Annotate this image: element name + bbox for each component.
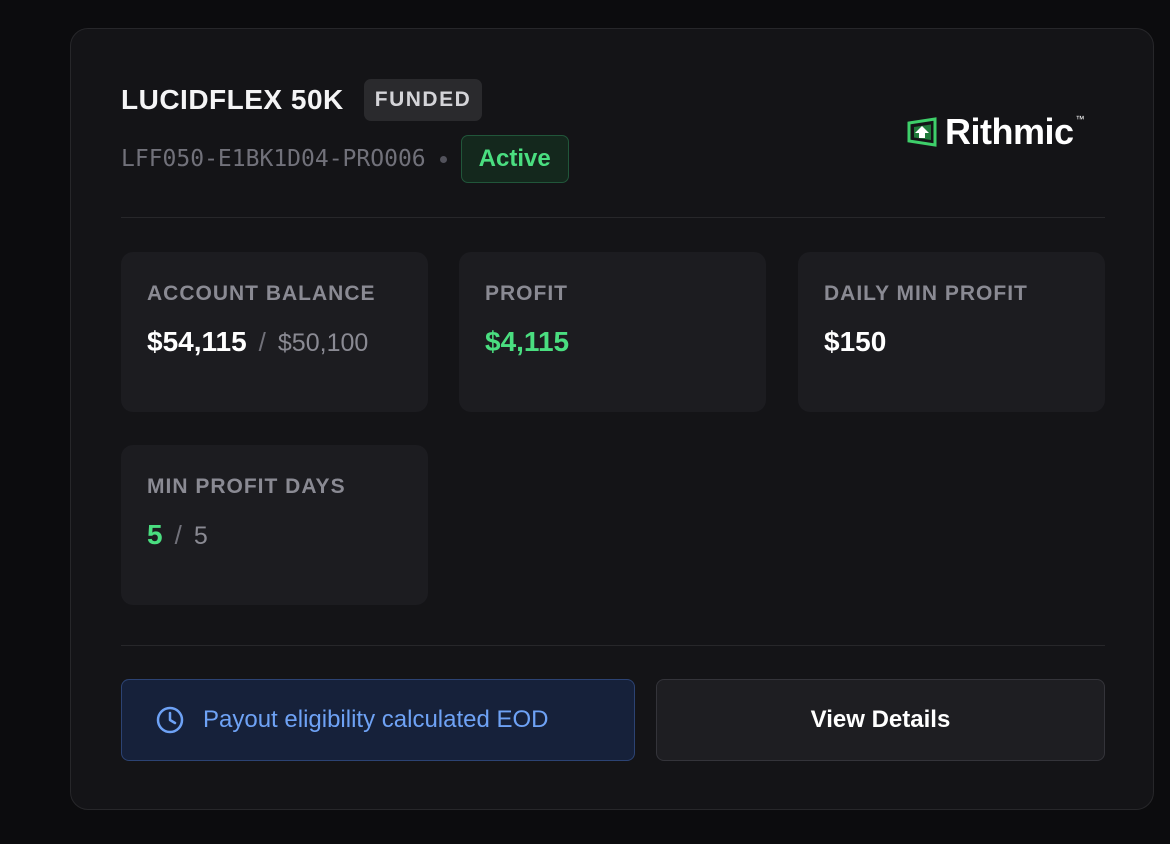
account-name: LUCIDFLEX 50K bbox=[121, 84, 344, 115]
stat-account-balance: ACCOUNT BALANCE $54,115 / $50,100 bbox=[121, 252, 428, 412]
value-separator: / bbox=[174, 520, 182, 550]
rithmic-logo: Rithmic ™ bbox=[905, 111, 1085, 153]
header-divider bbox=[121, 217, 1105, 218]
profit-value: $4,115 bbox=[485, 326, 570, 357]
stat-label: ACCOUNT BALANCE bbox=[147, 282, 376, 305]
trademark-symbol: ™ bbox=[1075, 114, 1085, 124]
payout-eligibility-text: Payout eligibility calculated EOD bbox=[203, 706, 549, 733]
stat-min-profit-days: MIN PROFIT DAYS 5 / 5 bbox=[121, 445, 428, 605]
balance-target: $50,100 bbox=[277, 329, 369, 357]
balance-value: $54,115 bbox=[147, 326, 247, 357]
daily-min-profit-value: $150 bbox=[824, 326, 887, 357]
min-profit-days-target: 5 bbox=[193, 522, 208, 550]
min-profit-days-value: 5 bbox=[147, 519, 163, 550]
funded-badge: FUNDED bbox=[363, 79, 483, 121]
stat-profit: PROFIT $4,115 bbox=[459, 252, 766, 412]
value-separator: / bbox=[258, 327, 266, 357]
stat-label: DAILY MIN PROFIT bbox=[824, 282, 1028, 305]
stat-label: MIN PROFIT DAYS bbox=[147, 475, 346, 498]
footer-divider bbox=[121, 645, 1105, 646]
stat-daily-min-profit: DAILY MIN PROFIT $150 bbox=[798, 252, 1105, 412]
status-badge: Active bbox=[460, 135, 569, 183]
rithmic-wordmark: Rithmic bbox=[945, 111, 1074, 152]
account-id: LFF050-E1BK1D04-PRO006 bbox=[121, 146, 426, 172]
stat-label: PROFIT bbox=[485, 282, 568, 305]
rithmic-logo-icon bbox=[907, 117, 937, 147]
account-card: LUCIDFLEX 50K FUNDED LFF050-E1BK1D04-PRO… bbox=[70, 28, 1154, 810]
title-row: LUCIDFLEX 50K FUNDED bbox=[121, 79, 483, 121]
account-meta-row: LFF050-E1BK1D04-PRO006 Active bbox=[121, 135, 569, 183]
clock-icon bbox=[156, 706, 184, 734]
payout-eligibility-notice: Payout eligibility calculated EOD bbox=[121, 679, 635, 761]
view-details-button[interactable]: View Details bbox=[656, 679, 1105, 761]
separator-dot bbox=[439, 155, 447, 163]
